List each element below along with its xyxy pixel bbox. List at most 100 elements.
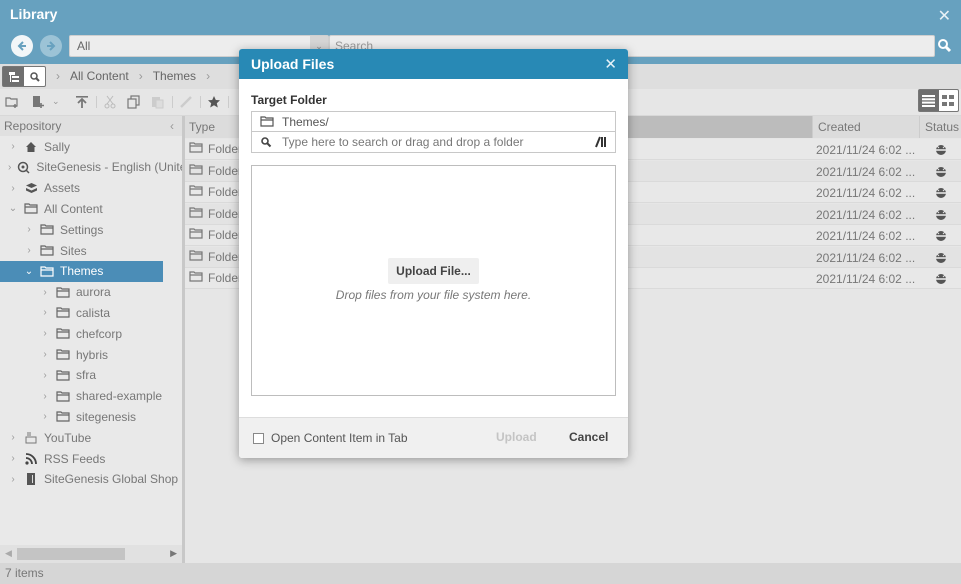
forward-button[interactable] [40, 35, 62, 57]
upload-button[interactable]: Upload [496, 430, 537, 444]
chevron-right-icon[interactable]: › [8, 162, 11, 173]
tree-search-toggle[interactable] [2, 66, 46, 87]
copy-icon[interactable] [127, 95, 141, 109]
tree-item-label: shared-example [76, 389, 163, 404]
tree-item-label: sitegenesis [76, 409, 137, 424]
scroll-left-icon[interactable]: ◀ [5, 548, 12, 559]
tree-item[interactable]: › shared-example [0, 386, 182, 407]
chevron-right-icon[interactable]: › [40, 349, 50, 360]
close-icon[interactable]: ✕ [604, 55, 617, 73]
tree-item-label: Sally [44, 139, 71, 154]
chevron-right-icon[interactable]: › [8, 183, 18, 194]
scroll-right-icon[interactable]: ▶ [170, 548, 177, 559]
tree-item[interactable]: ⌄ All Content [0, 198, 182, 219]
collapse-sidebar-icon[interactable]: ‹ [170, 119, 174, 133]
folder-search-placeholder: Type here to search or drag and drop a f… [282, 135, 524, 149]
tree-item[interactable]: › Assets [0, 178, 182, 199]
tree-item[interactable]: › YouTube [0, 427, 182, 448]
tree-item[interactable]: ⌄ Themes [0, 260, 163, 282]
tree-item[interactable]: › RSS Feeds [0, 448, 182, 469]
upload-icon[interactable] [75, 95, 89, 109]
tree-item[interactable]: › SiteGenesis - English (United States) [0, 157, 182, 178]
toolbar-divider [172, 96, 173, 108]
column-header-created[interactable]: Created [812, 116, 919, 138]
folder-icon [189, 206, 203, 221]
chevron-down-icon[interactable]: ⌄ [52, 96, 66, 110]
chevron-right-icon[interactable]: › [8, 432, 18, 443]
cell-created: 2021/11/24 6:02 ... [816, 207, 916, 222]
tree-item[interactable]: › SiteGenesis Global Shop [0, 469, 182, 490]
chevron-right-icon[interactable]: › [8, 453, 18, 464]
upload-files-dialog: Upload Files ✕ Target Folder Themes/ Typ… [239, 49, 628, 458]
tree-icon [8, 71, 19, 82]
open-in-tab-label[interactable]: Open Content Item in Tab [271, 431, 408, 445]
folder-icon [40, 265, 54, 277]
tree-item[interactable]: › aurora [0, 282, 182, 303]
target-folder-field[interactable]: Themes/ [251, 111, 616, 132]
chevron-right-icon[interactable]: › [40, 328, 50, 339]
tree-item[interactable]: › calista [0, 302, 182, 323]
chevron-right-icon[interactable]: › [40, 370, 50, 381]
column-header-name[interactable] [628, 116, 812, 138]
toolbar-divider [200, 96, 201, 108]
breadcrumb-item-all-content[interactable]: All Content [70, 69, 129, 83]
cell-type-text: Folder [208, 249, 243, 264]
tree-item[interactable]: › Sally [0, 136, 182, 157]
cell-created: 2021/11/24 6:02 ... [816, 229, 916, 243]
tree-view-button[interactable] [3, 67, 24, 86]
tree-item[interactable]: › sitegenesis [0, 406, 182, 427]
tree-item[interactable]: › sfra [0, 365, 182, 386]
tree-item[interactable]: › Sites [0, 240, 182, 261]
list-view-button[interactable] [919, 90, 939, 111]
tree-item[interactable]: › chefcorp [0, 323, 182, 344]
new-content-icon[interactable] [31, 95, 45, 109]
drop-hint: Drop files from your file system here. [335, 288, 532, 302]
tree-item[interactable]: › Settings [0, 219, 182, 240]
cancel-button[interactable]: Cancel [569, 430, 608, 444]
column-header-type[interactable]: Type [189, 120, 215, 134]
site-icon [17, 161, 30, 174]
library-browse-icon[interactable] [595, 136, 607, 148]
back-button[interactable] [11, 35, 33, 57]
tree-item[interactable]: › hybris [0, 344, 182, 365]
tree-item-label: aurora [76, 285, 111, 300]
open-in-tab-checkbox[interactable] [253, 433, 264, 444]
close-icon[interactable]: ✕ [938, 6, 951, 26]
folder-icon [56, 307, 70, 319]
sidebar-horizontal-scrollbar[interactable]: ◀ ▶ [0, 545, 182, 563]
cell-type: Folder [189, 250, 242, 264]
chevron-right-icon[interactable]: › [8, 141, 18, 152]
search-view-button[interactable] [24, 67, 45, 86]
folder-icon [56, 328, 70, 340]
file-drop-zone[interactable]: Upload File... Drop files from your file… [251, 165, 616, 396]
sidebar-title: Repository [4, 119, 62, 133]
column-header-status[interactable]: Status [919, 116, 961, 138]
scrollbar-thumb[interactable] [17, 548, 125, 560]
arrow-right-icon [47, 41, 56, 51]
edit-icon[interactable] [179, 95, 193, 109]
star-icon[interactable] [207, 95, 221, 109]
toolbar-divider [96, 96, 97, 108]
chevron-right-icon[interactable]: › [24, 245, 34, 256]
cut-icon[interactable] [103, 95, 117, 109]
chevron-right-icon[interactable]: › [24, 224, 34, 235]
chevron-right-icon[interactable]: › [8, 474, 18, 485]
tree-item-label: Sites [60, 243, 87, 258]
chevron-right-icon[interactable]: › [40, 411, 50, 422]
layout-toggle[interactable] [918, 89, 959, 112]
folder-search-input[interactable]: Type here to search or drag and drop a f… [251, 132, 616, 153]
cell-type: Folder [189, 271, 242, 285]
paste-icon[interactable] [151, 95, 165, 109]
chevron-down-icon[interactable]: ⌄ [8, 203, 18, 214]
breadcrumb-item-themes[interactable]: Themes [153, 69, 196, 83]
chevron-right-icon[interactable]: › [40, 307, 50, 318]
cell-created: 2021/11/24 6:02 ... [816, 272, 916, 286]
chevron-right-icon[interactable]: › [40, 287, 50, 298]
toolbar-divider [228, 96, 229, 108]
search-icon[interactable] [936, 37, 954, 55]
chevron-right-icon[interactable]: › [40, 391, 50, 402]
grid-view-button[interactable] [939, 90, 959, 111]
new-folder-icon[interactable] [5, 95, 19, 109]
chevron-down-icon[interactable]: ⌄ [24, 266, 34, 277]
upload-file-button[interactable]: Upload File... [388, 258, 479, 284]
